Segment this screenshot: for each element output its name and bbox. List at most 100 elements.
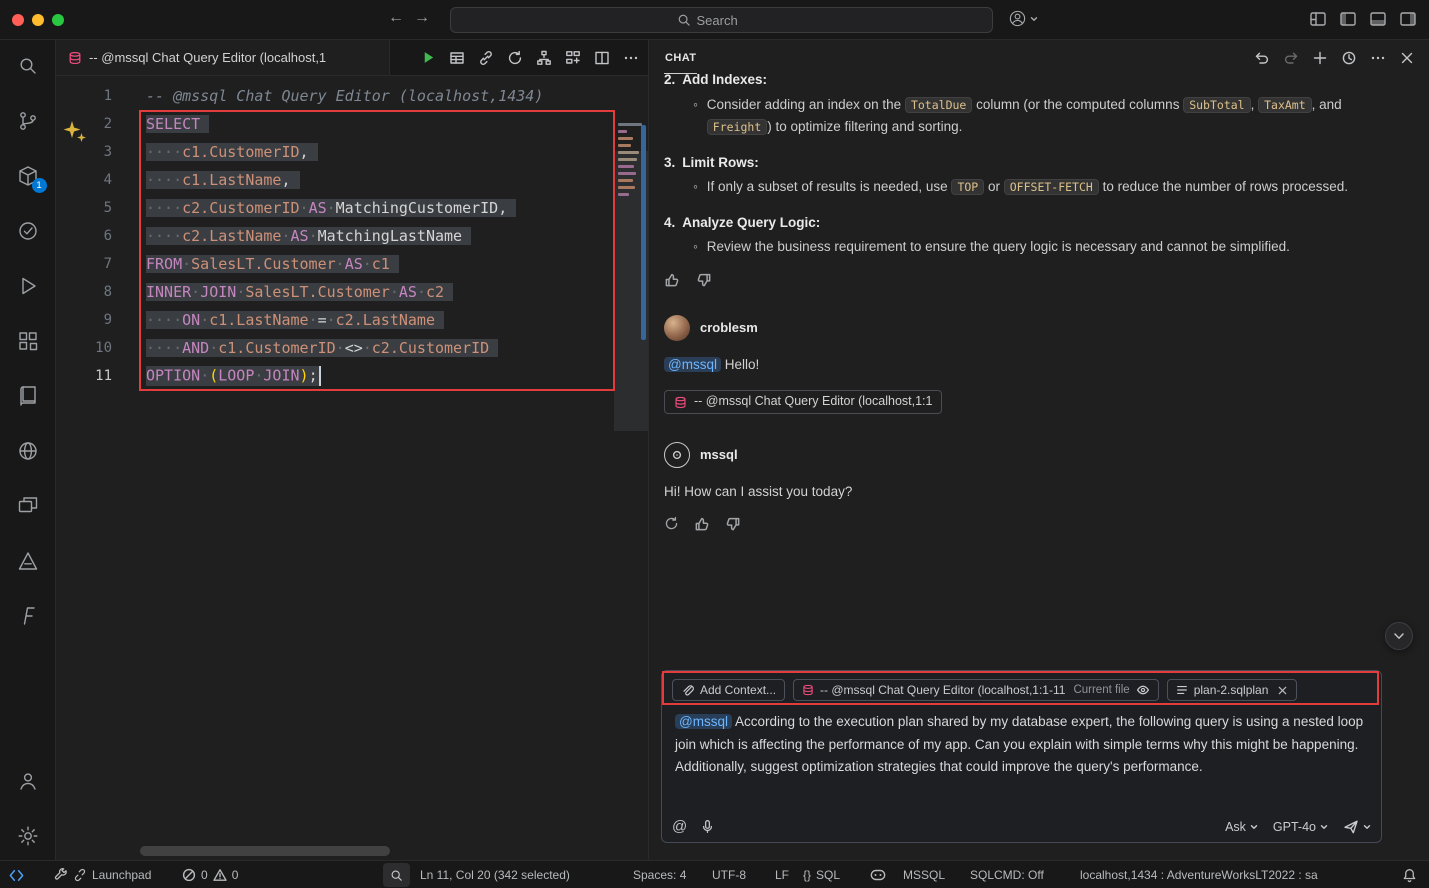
activity-run-debug[interactable]	[16, 274, 40, 298]
connection-status[interactable]: localhost,1434 : AdventureWorksLT2022 : …	[1080, 861, 1318, 888]
cursor-position-status[interactable]: Ln 11, Col 20 (342 selected)	[420, 861, 570, 888]
letter-f-icon	[16, 604, 40, 628]
book-icon	[16, 384, 40, 408]
remove-context-icon[interactable]	[1277, 685, 1288, 696]
code-lines[interactable]: 1-- @mssql Chat Query Editor (localhost,…	[56, 82, 612, 390]
globe-icon	[16, 439, 40, 463]
context-plan-chip[interactable]: plan-2.sqlplan	[1167, 679, 1298, 701]
activity-references[interactable]: 1	[16, 164, 40, 188]
run-query-button[interactable]	[421, 50, 436, 65]
notifications-button[interactable]	[1402, 861, 1417, 888]
activity-docs[interactable]	[16, 384, 40, 408]
sqlcmd-status[interactable]: SQLCMD: Off	[970, 861, 1044, 888]
toggle-panel-icon[interactable]	[1369, 10, 1387, 28]
thumbs-up-button[interactable]	[694, 516, 710, 532]
code-line[interactable]: 6····c2.LastName·AS·MatchingLastName	[56, 222, 612, 250]
send-options-chevron[interactable]	[1363, 823, 1371, 831]
toggle-primary-sidebar-icon[interactable]	[1339, 10, 1357, 28]
settings-button[interactable]	[16, 824, 40, 848]
chat-close-button[interactable]	[1399, 50, 1415, 66]
model-selector[interactable]: GPT-4o	[1273, 820, 1328, 834]
message-attachment-chip[interactable]: -- @mssql Chat Query Editor (localhost,1…	[664, 390, 942, 414]
code-line[interactable]: 1-- @mssql Chat Query Editor (localhost,…	[56, 82, 612, 110]
zoom-status-button[interactable]	[383, 863, 410, 887]
code-line[interactable]: 9····ON·c1.LastName·=·c2.LastName	[56, 306, 612, 334]
context-file-chip[interactable]: -- @mssql Chat Query Editor (localhost,1…	[793, 679, 1159, 701]
customize-layout-icon[interactable]	[1309, 10, 1327, 28]
editor-horizontal-scrollbar[interactable]	[140, 846, 390, 856]
schema-visualize-button[interactable]	[536, 50, 552, 66]
problems-button[interactable]: 0 0	[182, 861, 238, 888]
window-minimize-button[interactable]	[32, 14, 44, 26]
eye-icon[interactable]	[1136, 683, 1150, 697]
connection-button[interactable]	[478, 50, 494, 66]
query-plan-button[interactable]	[565, 50, 581, 66]
activity-azure[interactable]	[16, 549, 40, 573]
eol-status[interactable]: LF	[775, 861, 789, 888]
estimated-plan-button[interactable]	[507, 50, 523, 66]
mssql-status[interactable]: MSSQL	[903, 861, 945, 888]
split-editor-button[interactable]	[594, 50, 610, 66]
code-line[interactable]: 3····c1.CustomerID,	[56, 138, 612, 166]
new-chat-button[interactable]	[1312, 50, 1328, 66]
account-menu-button[interactable]	[1008, 9, 1038, 28]
context-file-suffix: Current file	[1073, 684, 1129, 696]
regenerate-button[interactable]	[664, 516, 679, 531]
microphone-icon[interactable]	[700, 819, 715, 834]
mention-chip[interactable]: @mssql	[675, 714, 732, 729]
thumbs-up-button[interactable]	[664, 272, 680, 288]
search-input[interactable]	[697, 13, 767, 28]
activity-web[interactable]	[16, 439, 40, 463]
remote-indicator[interactable]	[8, 861, 25, 888]
mention-button[interactable]: @	[672, 818, 687, 835]
activity-extensions[interactable]	[16, 329, 40, 353]
launchpad-button[interactable]: Launchpad	[54, 861, 151, 888]
remote-windows-icon	[16, 494, 40, 518]
warning-count: 0	[232, 868, 239, 882]
window-close-button[interactable]	[12, 14, 24, 26]
mode-selector[interactable]: Ask	[1225, 820, 1258, 834]
thumbs-down-button[interactable]	[696, 272, 712, 288]
list-title: Limit Rows:	[682, 155, 759, 170]
chat-input-text[interactable]: @mssql According to the execution plan s…	[662, 705, 1381, 779]
send-button[interactable]	[1343, 819, 1359, 835]
chat-input-box[interactable]: Add Context... -- @mssql Chat Query Edit…	[661, 670, 1382, 843]
results-grid-button[interactable]	[449, 50, 465, 66]
add-context-button[interactable]: Add Context...	[672, 679, 785, 701]
activity-flask[interactable]	[16, 604, 40, 628]
code-line[interactable]: 8INNER·JOIN·SalesLT.Customer·AS·c2	[56, 278, 612, 306]
scroll-to-bottom-button[interactable]	[1385, 622, 1413, 650]
code-line[interactable]: 4····c1.LastName,	[56, 166, 612, 194]
command-center[interactable]	[450, 7, 993, 33]
indentation-status[interactable]: Spaces: 4	[633, 861, 686, 888]
editor-tab[interactable]: -- @mssql Chat Query Editor (localhost,1	[56, 40, 390, 75]
language-status[interactable]: {}SQL	[803, 861, 840, 888]
history-back-button[interactable]: ←	[388, 9, 404, 27]
more-actions-button[interactable]	[623, 50, 639, 66]
activity-remote-explorer[interactable]	[16, 494, 40, 518]
activity-testing[interactable]	[16, 219, 40, 243]
history-forward-button[interactable]: →	[414, 9, 430, 27]
chat-undo-button[interactable]	[1254, 50, 1270, 66]
encoding-status[interactable]: UTF-8	[712, 861, 746, 888]
code-line[interactable]: 7FROM·SalesLT.Customer·AS·c1	[56, 250, 612, 278]
code-line[interactable]: 10····AND·c1.CustomerID·<>·c2.CustomerID	[56, 334, 612, 362]
chat-more-button[interactable]	[1370, 50, 1386, 66]
activity-source-control[interactable]	[16, 109, 40, 133]
copilot-status[interactable]	[870, 861, 886, 888]
chat-redo-button[interactable]	[1283, 50, 1299, 66]
code-line[interactable]: 2SELECT	[56, 110, 612, 138]
mention-chip[interactable]: @mssql	[664, 357, 721, 372]
code-line[interactable]: 5····c2.CustomerID·AS·MatchingCustomerID…	[56, 194, 612, 222]
code-editor[interactable]: 1-- @mssql Chat Query Editor (localhost,…	[56, 77, 648, 860]
chat-history-button[interactable]	[1341, 50, 1357, 66]
line-number: 2	[56, 116, 112, 132]
titlebar: ← →	[0, 0, 1429, 40]
toggle-secondary-sidebar-icon[interactable]	[1399, 10, 1417, 28]
window-zoom-button[interactable]	[52, 14, 64, 26]
thumbs-down-button[interactable]	[725, 516, 741, 532]
vscode-window: ← → 1	[0, 0, 1429, 888]
code-line[interactable]: 11OPTION·(LOOP·JOIN);	[56, 362, 612, 390]
activity-search[interactable]	[16, 54, 40, 78]
accounts-button[interactable]	[16, 769, 40, 793]
